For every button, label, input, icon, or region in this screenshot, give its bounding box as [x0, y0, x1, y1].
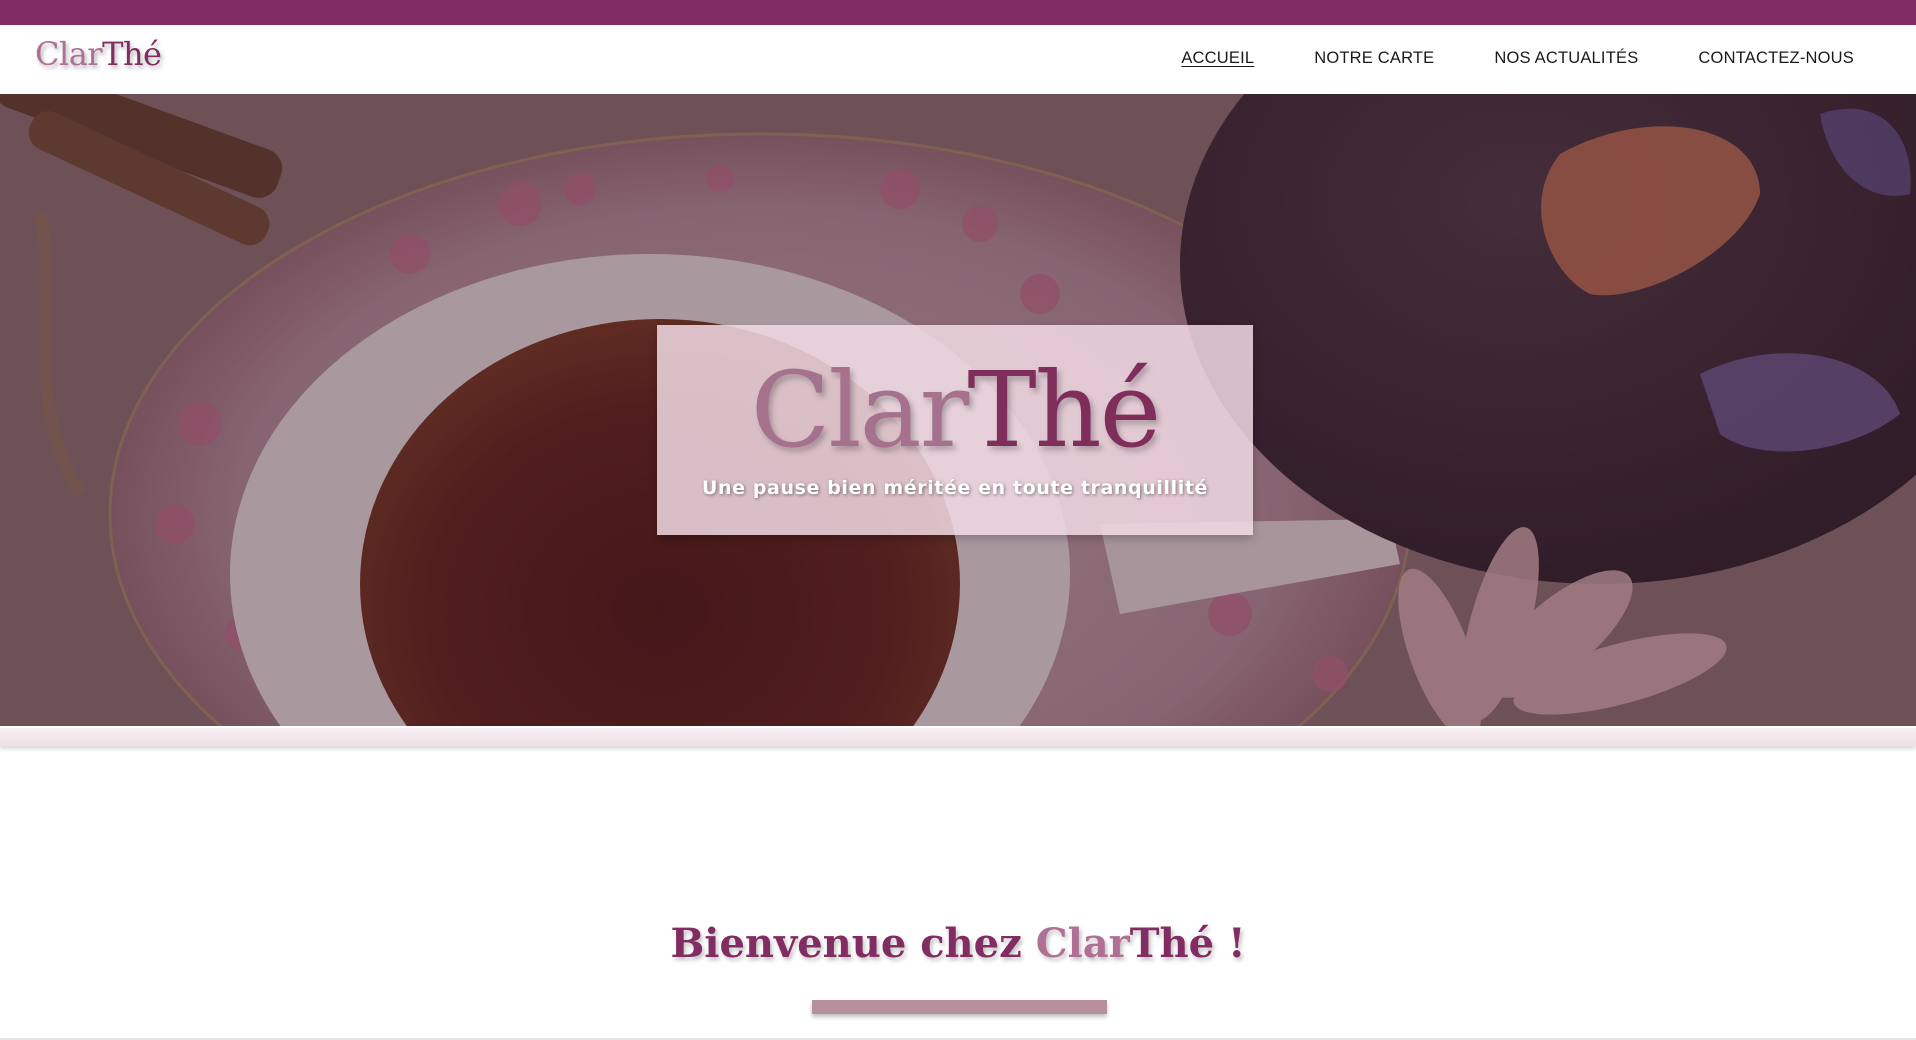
hero-banner: ClarThé Une pause bien méritée en toute … — [0, 94, 1916, 726]
welcome-text-before: Bienvenue chez — [670, 920, 1036, 967]
hero-title-card: ClarThé Une pause bien méritée en toute … — [657, 325, 1253, 535]
nav-item-notre-carte[interactable]: NOTRE CARTE — [1314, 49, 1434, 68]
hero-bottom-divider — [0, 726, 1916, 746]
welcome-text-after: ! — [1214, 920, 1246, 967]
hero-subtitle: Une pause bien méritée en toute tranquil… — [701, 477, 1208, 499]
welcome-brand-part2: Thé — [1129, 920, 1215, 967]
brand-logo-part2: Thé — [102, 35, 162, 73]
brand-logo-part1: Clar — [35, 35, 103, 73]
nav-item-contactez-nous[interactable]: CONTACTEZ-NOUS — [1698, 49, 1854, 68]
top-color-bar — [0, 0, 1916, 25]
nav-item-accueil[interactable]: ACCUEIL — [1181, 49, 1254, 68]
welcome-brand-part1: Clar — [1035, 920, 1130, 967]
welcome-underline-bar — [812, 1000, 1107, 1014]
welcome-heading: Bienvenue chez ClarThé ! — [0, 920, 1916, 967]
brand-logo[interactable]: ClarThé — [35, 35, 162, 73]
nav-item-nos-actualites[interactable]: NOS ACTUALITÉS — [1494, 49, 1638, 68]
navbar: ClarThé ACCUEIL NOTRE CARTE NOS ACTUALIT… — [0, 25, 1916, 94]
hero-title-part2: Thé — [967, 349, 1161, 471]
main-nav: ACCUEIL NOTRE CARTE NOS ACTUALITÉS CONTA… — [1121, 49, 1854, 68]
hero-title: ClarThé — [657, 355, 1253, 465]
hero-title-part1: Clar — [750, 349, 970, 471]
